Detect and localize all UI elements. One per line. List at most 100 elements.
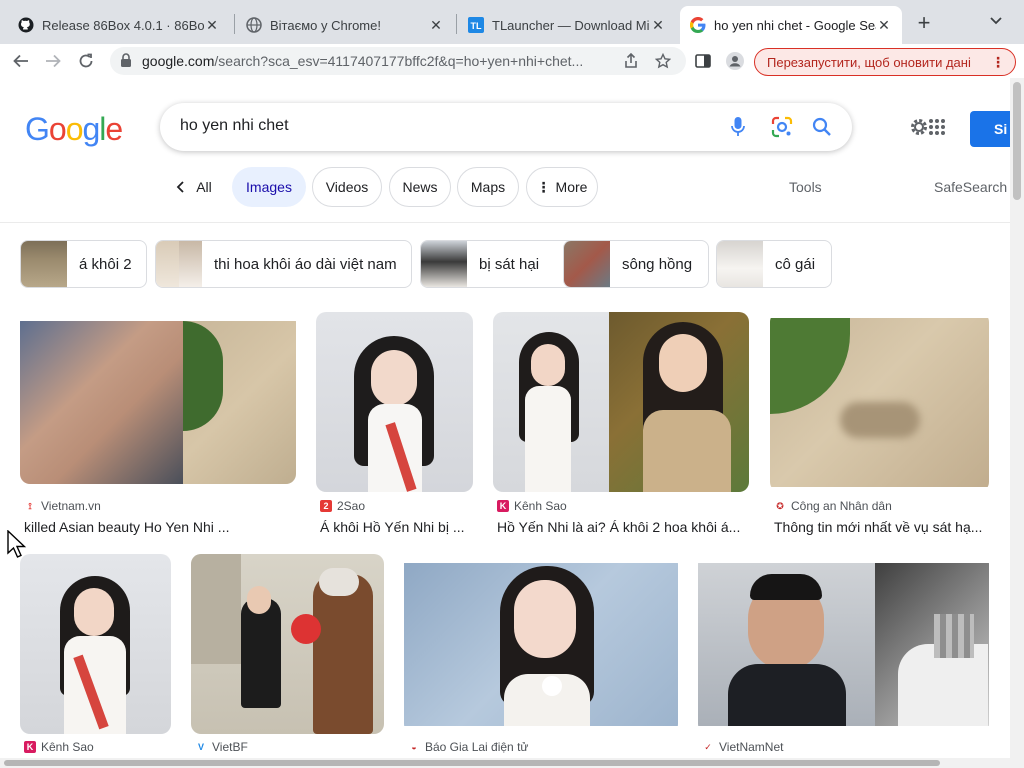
filter-maps[interactable]: Maps — [457, 167, 519, 207]
url-text: google.com/search?sca_esv=4117407177bffc… — [142, 53, 584, 69]
vertical-scrollbar[interactable] — [1010, 78, 1024, 760]
result-source[interactable]: ◒ Báo Gia Lai điện tử — [408, 740, 528, 754]
result-image[interactable] — [770, 312, 989, 492]
result-image[interactable] — [493, 312, 749, 492]
result-image[interactable] — [404, 554, 678, 734]
relaunch-label: Перезапустити, щоб оновити дані — [767, 54, 971, 70]
result-image[interactable] — [20, 554, 171, 734]
related-thumbnail — [421, 241, 467, 287]
congan-icon: ✪ — [776, 500, 784, 511]
svg-text:TL: TL — [471, 21, 482, 31]
result-image[interactable] — [316, 312, 473, 492]
related-chip[interactable]: sông hồng — [563, 240, 709, 288]
result-source[interactable]: V VietBF — [195, 740, 248, 754]
tab-search-button[interactable] — [990, 14, 1002, 28]
close-tab-icon[interactable]: ✕ — [650, 17, 666, 34]
result-source[interactable]: K Kênh Sao — [24, 740, 94, 754]
image-result[interactable]: ⟟ Vietnam.vn killed Asian beauty Ho Yen … — [20, 312, 296, 538]
close-tab-icon[interactable]: ✕ — [204, 17, 220, 34]
result-image[interactable] — [20, 312, 296, 484]
result-caption[interactable]: Á khôi Hồ Yến Nhi bị ... — [320, 519, 473, 535]
related-chip[interactable]: á khôi 2 — [20, 240, 147, 288]
result-source[interactable]: ⟟ Vietnam.vn — [24, 499, 101, 513]
related-chip[interactable]: thi hoa khôi áo dài việt nam — [155, 240, 412, 288]
divider — [0, 222, 1010, 223]
arrow-right-icon — [46, 54, 61, 68]
forward-button[interactable] — [40, 48, 66, 74]
tab-86box-release[interactable]: Release 86Box 4.0.1 · 86Box/ ✕ — [8, 6, 230, 44]
search-box[interactable]: ho yen nhi chet — [160, 103, 852, 151]
sign-in-button[interactable]: Si — [970, 111, 1010, 147]
image-result[interactable]: ✓ VietNamNet — [698, 554, 989, 760]
google-lens-icon[interactable] — [770, 115, 794, 139]
image-result[interactable]: K Kênh Sao — [20, 554, 171, 760]
safesearch-button[interactable]: SafeSearch — [934, 179, 1007, 195]
github-icon — [18, 17, 34, 33]
tab-title: Release 86Box 4.0.1 · 86Box/ — [42, 17, 204, 33]
search-icon[interactable] — [810, 115, 834, 139]
tab-strip: Release 86Box 4.0.1 · 86Box/ ✕ Вітаємо у… — [0, 0, 1024, 44]
filter-all[interactable]: All — [170, 167, 218, 207]
baogialai-icon: ◒ — [411, 742, 417, 752]
tab-separator — [456, 14, 457, 34]
close-tab-icon[interactable]: ✕ — [876, 17, 892, 34]
vietnamvn-icon: ⟟ — [28, 500, 32, 511]
search-filter-bar: All Images Videos News Maps ⋮ More Tools… — [0, 167, 1010, 207]
microphone-icon[interactable] — [726, 115, 750, 139]
filter-images[interactable]: Images — [232, 167, 306, 207]
2sao-icon: 2 — [320, 500, 332, 512]
image-result[interactable]: 2 2Sao Á khôi Hồ Yến Nhi bị ... — [316, 312, 473, 538]
image-result[interactable]: V VietBF — [191, 554, 384, 760]
tab-tlauncher[interactable]: TL TLauncher — Download Minec ✕ — [458, 6, 676, 44]
result-image[interactable] — [191, 554, 384, 734]
address-bar[interactable]: google.com/search?sca_esv=4117407177bffc… — [110, 47, 686, 75]
image-result[interactable]: ◒ Báo Gia Lai điện tử — [404, 554, 678, 760]
tab-title: ho yen nhi chet - Google Sea — [714, 17, 876, 33]
related-chip[interactable]: cô gái — [716, 240, 832, 288]
result-caption[interactable]: killed Asian beauty Ho Yen Nhi ... — [24, 519, 296, 535]
google-apps-icon[interactable] — [928, 118, 946, 141]
filter-news[interactable]: News — [389, 167, 451, 207]
result-image[interactable] — [698, 554, 989, 734]
related-thumbnail — [717, 241, 763, 287]
related-thumbnail — [564, 241, 610, 287]
filter-videos[interactable]: Videos — [312, 167, 382, 207]
kenhsao-icon: K — [497, 500, 509, 512]
back-button[interactable] — [8, 48, 34, 74]
image-result[interactable]: ✪ Công an Nhân dân Thông tin mới nhất về… — [770, 312, 989, 538]
result-caption[interactable]: Thông tin mới nhất về vụ sát hạ... — [774, 519, 989, 535]
kebab-menu-icon[interactable]: ⋮ — [991, 54, 1005, 71]
bookmark-star-icon[interactable] — [654, 52, 672, 70]
relaunch-update-button[interactable]: Перезапустити, щоб оновити дані ⋮ — [754, 48, 1016, 76]
profile-avatar-icon[interactable] — [726, 52, 744, 70]
tools-button[interactable]: Tools — [789, 179, 822, 195]
lock-icon[interactable] — [120, 53, 132, 72]
result-source[interactable]: K Kênh Sao — [497, 499, 567, 513]
share-icon[interactable] — [622, 52, 640, 70]
settings-gear-icon[interactable] — [908, 116, 930, 143]
related-chip[interactable]: bị sát hại — [420, 240, 576, 288]
result-source[interactable]: 2 2Sao — [320, 499, 365, 513]
result-source[interactable]: ✪ Công an Nhân dân — [774, 499, 892, 513]
filter-more[interactable]: ⋮ More — [526, 167, 598, 207]
reload-button[interactable] — [73, 48, 99, 74]
image-result[interactable]: K Kênh Sao Hồ Yến Nhi là ai? Á khôi 2 ho… — [493, 312, 749, 538]
new-tab-button[interactable]: + — [912, 12, 936, 36]
horizontal-scrollbar[interactable] — [0, 758, 1024, 768]
tab-google-search[interactable]: ho yen nhi chet - Google Sea ✕ — [680, 6, 902, 44]
tab-separator — [234, 14, 235, 34]
close-tab-icon[interactable]: ✕ — [428, 17, 444, 34]
side-panel-icon[interactable] — [694, 52, 712, 70]
chevron-left-icon — [176, 181, 184, 193]
result-caption[interactable]: Hồ Yến Nhi là ai? Á khôi 2 hoa khôi á... — [497, 519, 749, 535]
scrollbar-thumb[interactable] — [1013, 82, 1021, 200]
reload-icon — [79, 53, 93, 68]
mouse-pointer-icon — [7, 529, 27, 563]
tlauncher-icon: TL — [468, 17, 484, 33]
related-thumbnail — [21, 241, 67, 287]
search-input[interactable]: ho yen nhi chet — [180, 117, 289, 135]
result-source[interactable]: ✓ VietNamNet — [702, 740, 783, 754]
tab-chrome-welcome[interactable]: Вітаємо у Chrome! ✕ — [236, 6, 454, 44]
google-logo[interactable]: Google — [25, 111, 123, 148]
scrollbar-thumb[interactable] — [4, 760, 940, 766]
